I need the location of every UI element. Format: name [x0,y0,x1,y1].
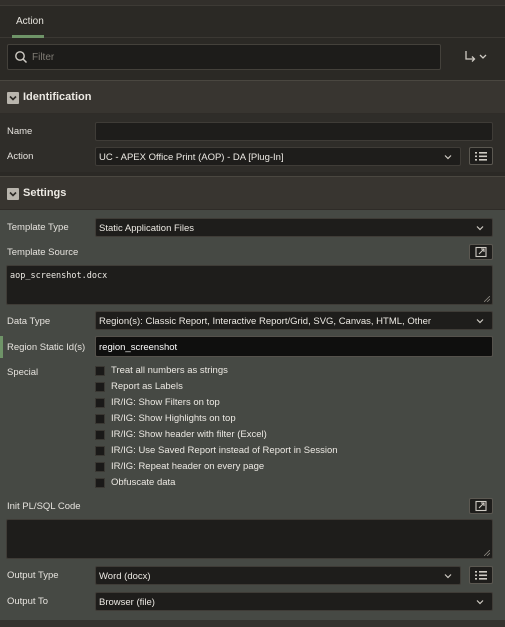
resize-grip-icon[interactable] [484,296,490,302]
checkbox[interactable] [95,430,105,440]
checkbox[interactable] [95,446,105,456]
go-to-group-menu-icon[interactable] [460,48,490,66]
settings-header[interactable]: Settings [0,176,505,210]
search-icon [15,51,28,64]
checkbox-label: Treat all numbers as strings [111,365,228,376]
section-title: Settings [23,187,67,199]
search-row [0,38,505,78]
external-link-icon [475,500,487,512]
chevron-down-icon [476,319,484,324]
list-icon [475,152,487,161]
data-type-label: Data Type [7,316,51,327]
init-plsql-label: Init PL/SQL Code [7,501,81,512]
output-type-label: Output Type [7,570,59,581]
section-title: Identification [23,91,92,103]
checkbox[interactable] [95,478,105,488]
template-source-label: Template Source [7,247,79,258]
checkbox[interactable] [95,398,105,408]
expand-editor-button[interactable] [469,498,493,514]
tab-bar: Action [0,6,505,38]
init-plsql-textarea[interactable] [6,519,493,559]
bottom-edge [0,620,505,627]
tab-action[interactable]: Action [16,16,44,27]
checkbox-label: Report as Labels [111,381,183,392]
output-to-select[interactable]: Browser (file) [95,592,493,611]
resize-grip-icon[interactable] [484,550,490,556]
list-icon [475,571,487,580]
template-type-value: Static Application Files [99,223,195,234]
special-label: Special [7,367,39,378]
chevron-down-icon [476,226,484,231]
checkbox[interactable] [95,462,105,472]
checkbox-label: IR/IG: Repeat header on every page [111,461,265,472]
name-field[interactable] [95,122,493,141]
focus-indicator [0,336,3,358]
collapse-chevron-icon[interactable] [7,188,19,200]
action-select[interactable]: UC - APEX Office Print (AOP) - DA [Plug-… [95,147,461,166]
template-source-value: aop_screenshot.docx [10,271,108,281]
chevron-down-icon [476,600,484,605]
checkbox[interactable] [95,382,105,392]
data-type-value: Region(s): Classic Report, Interactive R… [99,316,432,327]
output-type-value: Word (docx) [99,571,151,582]
checkbox-label: Obfuscate data [111,477,176,488]
template-source-textarea[interactable]: aop_screenshot.docx [6,265,493,305]
region-static-input[interactable]: region_screenshot [95,336,493,357]
region-static-value: region_screenshot [99,342,178,353]
output-type-select[interactable]: Word (docx) [95,566,461,585]
action-label: Action [7,151,34,162]
template-type-label: Template Type [7,222,69,233]
checkbox[interactable] [95,366,105,376]
data-type-select[interactable]: Region(s): Classic Report, Interactive R… [95,311,493,330]
output-to-label: Output To [7,596,49,607]
checkbox[interactable] [95,414,105,424]
action-value: UC - APEX Office Print (AOP) - DA [Plug-… [99,152,284,163]
region-static-label: Region Static Id(s) [7,342,86,353]
name-label: Name [7,126,33,137]
chevron-down-icon [444,155,452,160]
list-button[interactable] [469,147,493,165]
collapse-chevron-icon[interactable] [7,92,19,104]
checkbox-label: IR/IG: Show Filters on top [111,397,220,408]
checkbox-label: IR/IG: Show header with filter (Excel) [111,429,267,440]
filter-box [7,44,441,70]
checkbox-label: IR/IG: Show Highlights on top [111,413,236,424]
filter-input[interactable] [32,49,432,65]
expand-editor-button[interactable] [469,244,493,260]
external-link-icon [475,246,487,258]
list-button[interactable] [469,566,493,584]
template-type-select[interactable]: Static Application Files [95,218,493,237]
identification-header[interactable]: Identification [0,80,505,114]
output-to-value: Browser (file) [99,597,155,608]
checkbox-label: IR/IG: Use Saved Report instead of Repor… [111,445,338,456]
chevron-down-icon [444,574,452,579]
